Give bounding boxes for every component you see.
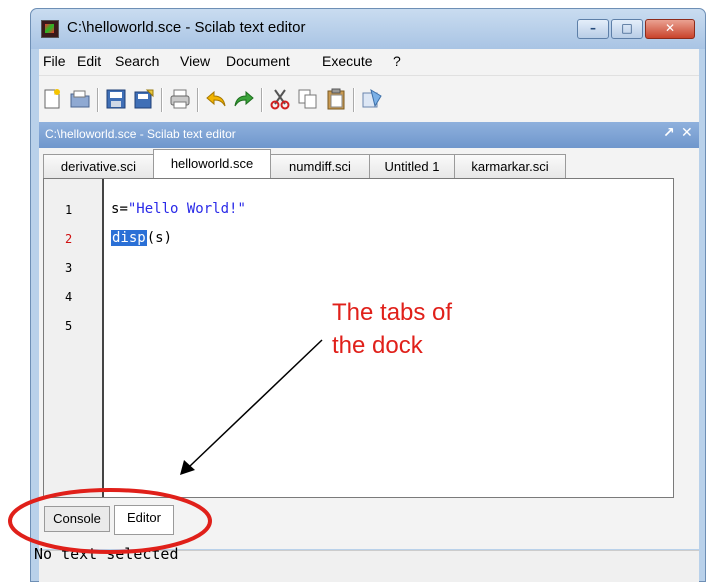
- line-number: 1: [65, 203, 73, 217]
- status-text: No text selected: [34, 545, 179, 563]
- code-function-selected: disp: [111, 230, 147, 246]
- line-number-current: 2: [65, 232, 73, 246]
- new-file-icon[interactable]: [41, 88, 63, 110]
- save-icon[interactable]: [105, 88, 127, 110]
- undock-icon[interactable]: ↗: [663, 125, 675, 141]
- code-line-1[interactable]: s="Hello World!": [111, 201, 246, 217]
- tab-karmarkar-sci[interactable]: karmarkar.sci: [454, 154, 566, 180]
- save-as-icon[interactable]: [133, 88, 155, 110]
- annotation-line-1: The tabs of: [332, 299, 453, 326]
- menu-file[interactable]: File: [43, 53, 66, 69]
- paste-icon[interactable]: [325, 88, 347, 110]
- minimize-button[interactable]: –: [577, 19, 609, 39]
- open-folder-icon[interactable]: [69, 88, 91, 110]
- dock-title: C:\helloworld.sce - Scilab text editor: [45, 127, 236, 141]
- annotation-line-2: the dock: [332, 332, 423, 359]
- code-string: "Hello World!": [127, 201, 246, 217]
- line-number: 5: [65, 319, 73, 333]
- menu-bar: File Edit Search View Document Execute ?: [39, 49, 699, 76]
- menu-help[interactable]: ?: [393, 53, 401, 69]
- menu-view[interactable]: View: [180, 53, 210, 69]
- dock-close-icon[interactable]: ✕: [681, 125, 693, 141]
- maximize-button[interactable]: □: [611, 19, 643, 39]
- line-number: 3: [65, 261, 73, 275]
- scilab-app-icon: [41, 20, 59, 38]
- title-bar[interactable]: C:\helloworld.sce - Scilab text editor –…: [31, 9, 705, 49]
- line-number: 4: [65, 290, 73, 304]
- menu-document[interactable]: Document: [226, 53, 290, 69]
- tab-untitled-1[interactable]: Untitled 1: [369, 154, 455, 180]
- undo-icon[interactable]: [205, 88, 227, 110]
- tab-derivative-sci[interactable]: derivative.sci: [43, 154, 154, 180]
- tab-console[interactable]: Console: [44, 506, 110, 532]
- redo-icon[interactable]: [233, 88, 255, 110]
- menu-search[interactable]: Search: [115, 53, 159, 69]
- cut-icon[interactable]: [269, 88, 291, 110]
- copy-icon[interactable]: [297, 88, 319, 110]
- tab-editor[interactable]: Editor: [114, 505, 174, 535]
- toolbar: [39, 76, 699, 122]
- tab-helloworld-sce[interactable]: helloworld.sce: [153, 149, 271, 180]
- tab-numdiff-sci[interactable]: numdiff.sci: [270, 154, 370, 180]
- code-arguments: (s): [146, 230, 173, 246]
- print-icon[interactable]: [169, 88, 191, 110]
- code-line-2[interactable]: disp(s): [111, 230, 172, 246]
- menu-execute[interactable]: Execute: [322, 53, 373, 69]
- execute-icon[interactable]: [361, 88, 383, 110]
- dock-title-bar[interactable]: C:\helloworld.sce - Scilab text editor ↗…: [39, 122, 699, 148]
- close-window-button[interactable]: ✕: [645, 19, 695, 39]
- menu-edit[interactable]: Edit: [77, 53, 101, 69]
- window-title: C:\helloworld.sce - Scilab text editor: [67, 19, 306, 36]
- annotation-label: The tabs of the dock: [332, 296, 452, 362]
- code-operator: =: [119, 201, 128, 217]
- line-number-gutter: 1 2 3 4 5: [44, 179, 104, 497]
